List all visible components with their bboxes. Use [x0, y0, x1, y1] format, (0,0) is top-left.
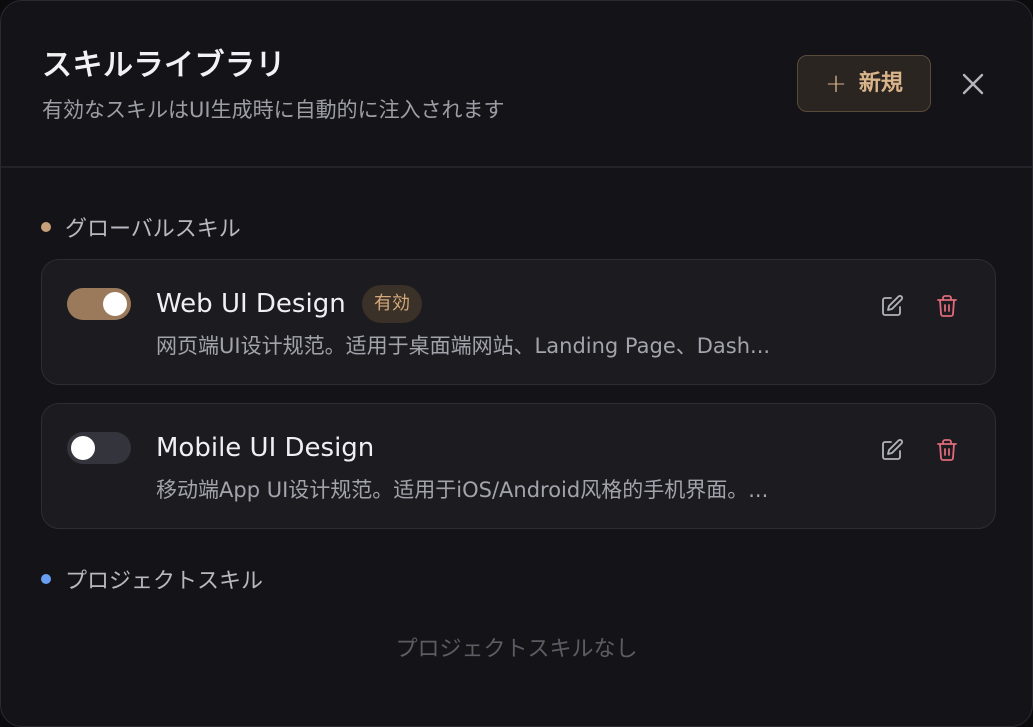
project-skills-heading: プロジェクトスキル	[41, 563, 263, 595]
skill-enable-toggle[interactable]	[67, 432, 131, 464]
edit-icon	[882, 439, 903, 460]
project-skills-empty-state: プロジェクトスキルなし	[395, 637, 638, 662]
skill-name: Web UI Design	[156, 289, 346, 319]
delete-skill-button[interactable]	[933, 436, 961, 464]
skill-card-web-ui-design: Web UI Design 有効 网页端UI设计规范。适用于桌面端网站、Land…	[41, 259, 996, 385]
skill-enable-toggle[interactable]	[67, 288, 131, 320]
skill-name: Mobile UI Design	[156, 433, 375, 463]
trash-icon	[937, 439, 957, 461]
edit-icon	[882, 295, 903, 316]
global-skills-label: グローバルスキル	[65, 217, 241, 242]
skill-library-dialog: スキルライブラリ 有効なスキルはUI生成時に自動的に注入されます + 新規 グロ…	[0, 0, 1033, 727]
delete-skill-button[interactable]	[933, 292, 961, 320]
global-section-dot	[41, 222, 51, 232]
plus-icon: +	[825, 68, 847, 99]
project-skills-label: プロジェクトスキル	[65, 569, 264, 594]
trash-icon	[937, 295, 957, 317]
dialog-header: スキルライブラリ 有効なスキルはUI生成時に自動的に注入されます + 新規	[1, 1, 1032, 168]
new-skill-button[interactable]: + 新規	[797, 55, 931, 112]
edit-skill-button[interactable]	[878, 292, 906, 320]
dialog-subtitle: 有効なスキルはUI生成時に自動的に注入されます	[42, 98, 505, 122]
toggle-knob	[71, 436, 95, 460]
skill-description: 移动端App UI设计规范。适用于iOS/Android风格的手机界面。...	[156, 478, 769, 502]
skill-card-mobile-ui-design: Mobile UI Design 移动端App UI设计规范。适用于iOS/An…	[41, 403, 996, 529]
skill-description: 网页端UI设计规范。适用于桌面端网站、Landing Page、Dash...	[156, 334, 771, 358]
toggle-knob	[103, 292, 127, 316]
close-icon	[962, 73, 984, 95]
enabled-badge: 有効	[362, 285, 422, 323]
new-skill-label: 新規	[858, 70, 903, 96]
project-section-dot	[41, 574, 51, 584]
edit-skill-button[interactable]	[878, 436, 906, 464]
dialog-title: スキルライブラリ	[42, 48, 286, 83]
global-skills-heading: グローバルスキル	[41, 211, 241, 243]
close-button[interactable]	[953, 64, 993, 104]
